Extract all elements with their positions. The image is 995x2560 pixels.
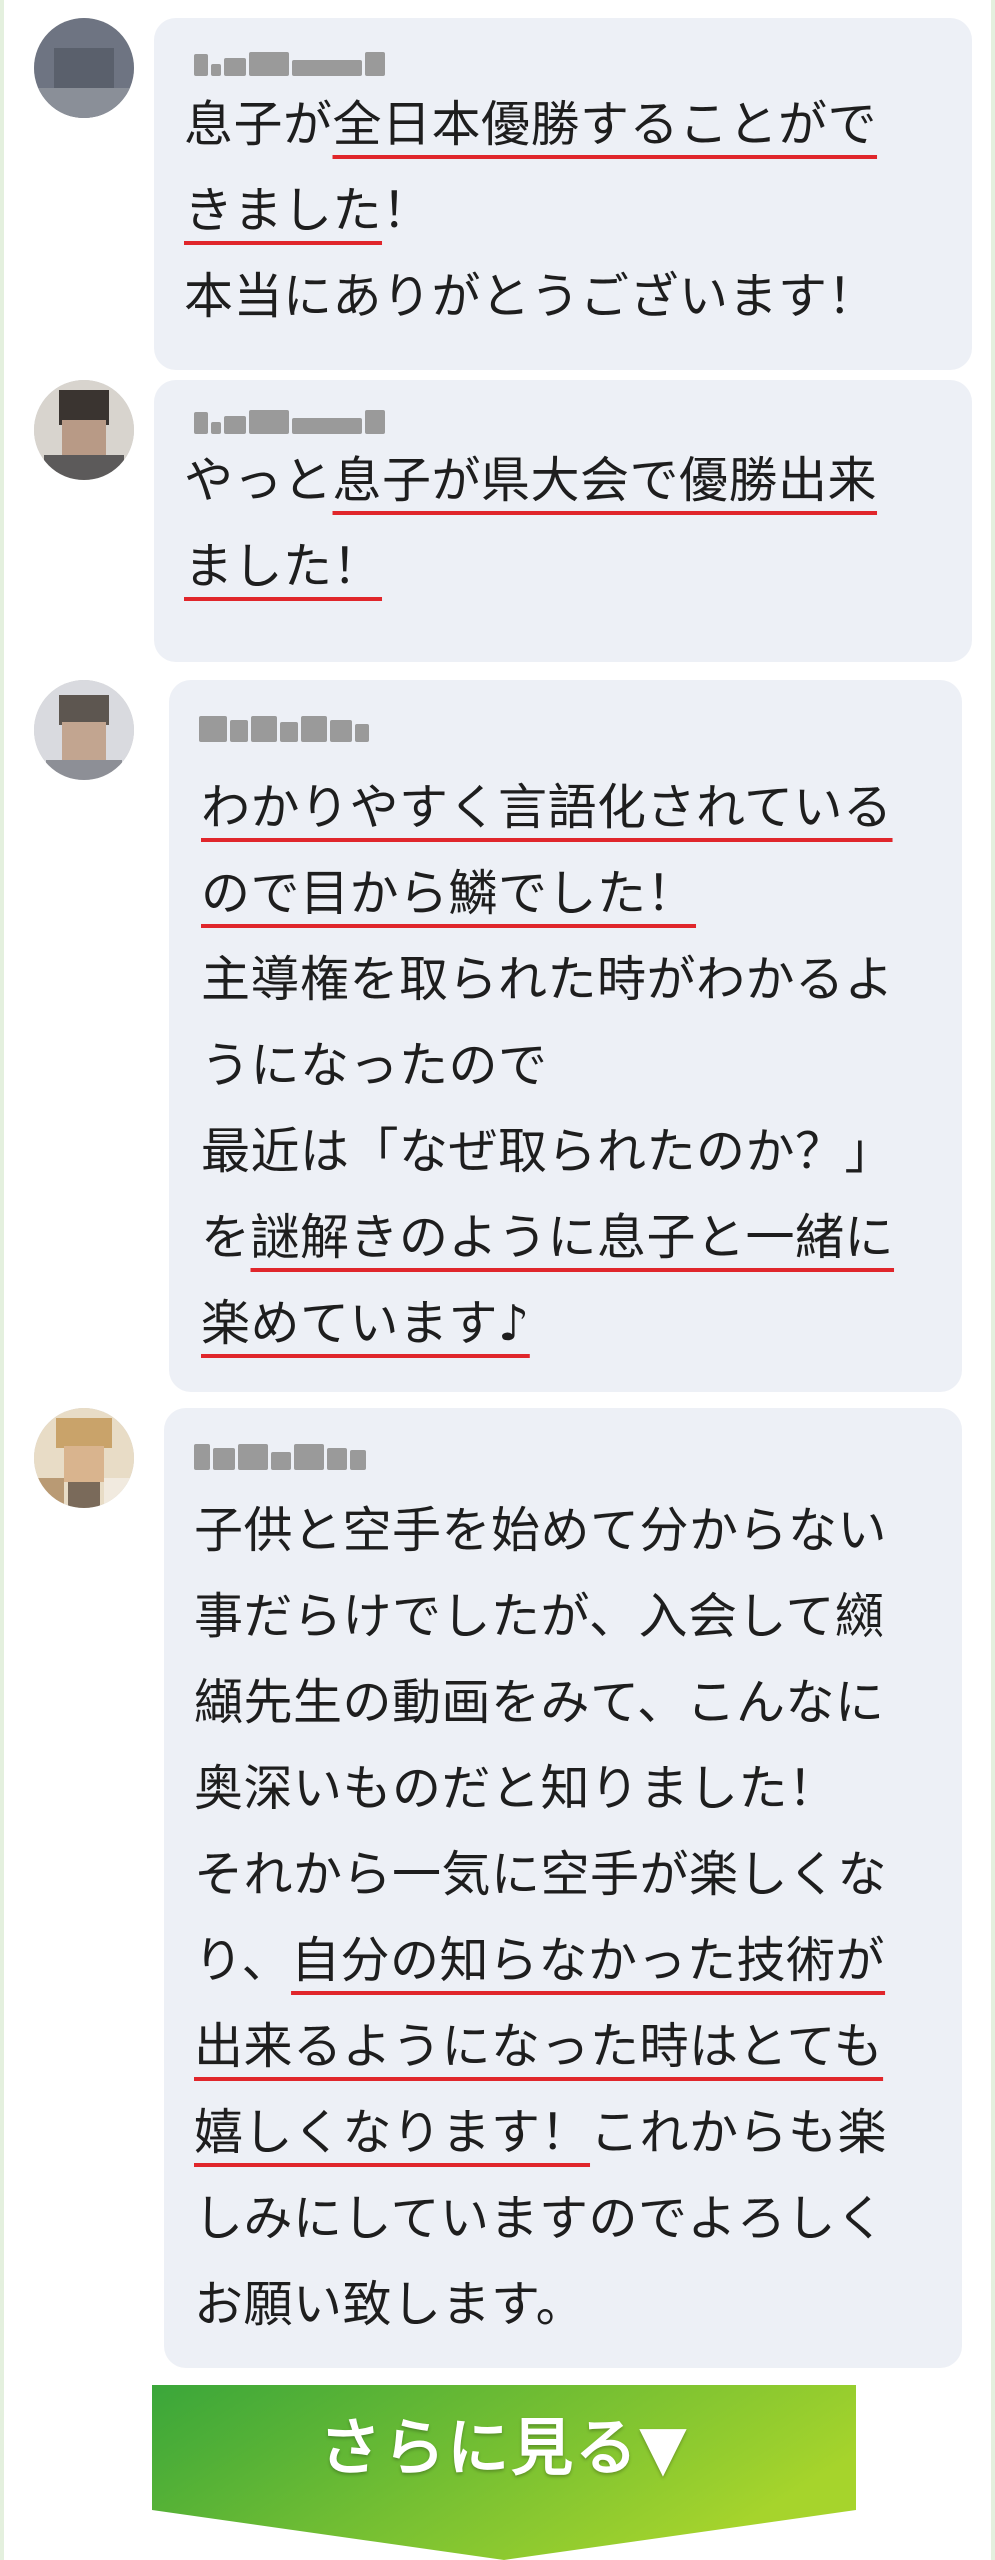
- review-text-line: しみにしていますのでよろしく: [194, 2190, 886, 2247]
- review-text-line: 楽めています♪: [201, 1295, 530, 1352]
- review-text-line: 纈先生の動画をみて、こんなに: [194, 1674, 885, 1731]
- review-text-line: 事だらけでしたが、入会して纐: [194, 1588, 885, 1645]
- review-bubble: やっと息子が県大会で優勝出来 ました！: [154, 380, 972, 662]
- review-text-line: ので目から鱗でした！: [201, 865, 697, 922]
- review-text-line: それから一気に空手が楽しくな: [194, 1846, 888, 1903]
- review-text-line: り、自分の知らなかった技術が: [194, 1932, 886, 1989]
- reviewer-avatar: [34, 380, 134, 480]
- review-text-line: 出来るようになった時はとても: [194, 2018, 884, 2075]
- review-text-line: 本当にありがとうございます！: [184, 268, 878, 325]
- review-text-line: お願い致します。: [194, 2276, 586, 2333]
- review-text-line: 嬉しくなります！これからも楽: [194, 2104, 888, 2161]
- reviewer-avatar: [34, 18, 134, 118]
- review-text-line: 最近は「なぜ取られたのか？」: [201, 1123, 895, 1180]
- review-bubble: わかりやすく言語化されている ので目から鱗でした！ 主導権を取られた時がわかるよ…: [169, 680, 962, 1392]
- review-text-line: 主導権を取られた時がわかるよ: [201, 951, 895, 1008]
- reviewer-name-blurred: [199, 702, 369, 742]
- review-bubble: 子供と空手を始めて分からない 事だらけでしたが、入会して纐 纈先生の動画をみて、…: [164, 1408, 962, 2368]
- review-bubble: 息子が全日本優勝することがで きました！ 本当にありがとうございます！: [154, 18, 972, 370]
- reviewer-name-blurred: [194, 36, 385, 76]
- review-text-line: 奥深いものだと知りました！: [194, 1760, 838, 1817]
- review-text-line: やっと息子が県大会で優勝出来: [184, 452, 878, 509]
- see-more-button[interactable]: さらに見る▼: [152, 2385, 856, 2560]
- review-list-frame: 息子が全日本優勝することがで きました！ 本当にありがとうございます！ やっと息…: [0, 0, 995, 2560]
- reviewer-avatar: [34, 680, 134, 780]
- review-text-line: ました！: [184, 538, 383, 595]
- review-text-line: わかりやすく言語化されている: [201, 779, 893, 836]
- review-text-line: を謎解きのように息子と一緒に: [201, 1209, 895, 1266]
- reviewer-name-blurred: [194, 1430, 366, 1470]
- reviewer-avatar: [34, 1408, 134, 1508]
- reviewer-name-blurred: [194, 394, 385, 434]
- see-more-label: さらに見る▼: [319, 2411, 689, 2484]
- review-text-line: きました！: [184, 182, 432, 239]
- review-text-line: うになったので: [201, 1037, 548, 1094]
- review-text-line: 子供と空手を始めて分からない: [194, 1502, 888, 1559]
- review-text-line: 息子が全日本優勝することがで: [184, 96, 878, 153]
